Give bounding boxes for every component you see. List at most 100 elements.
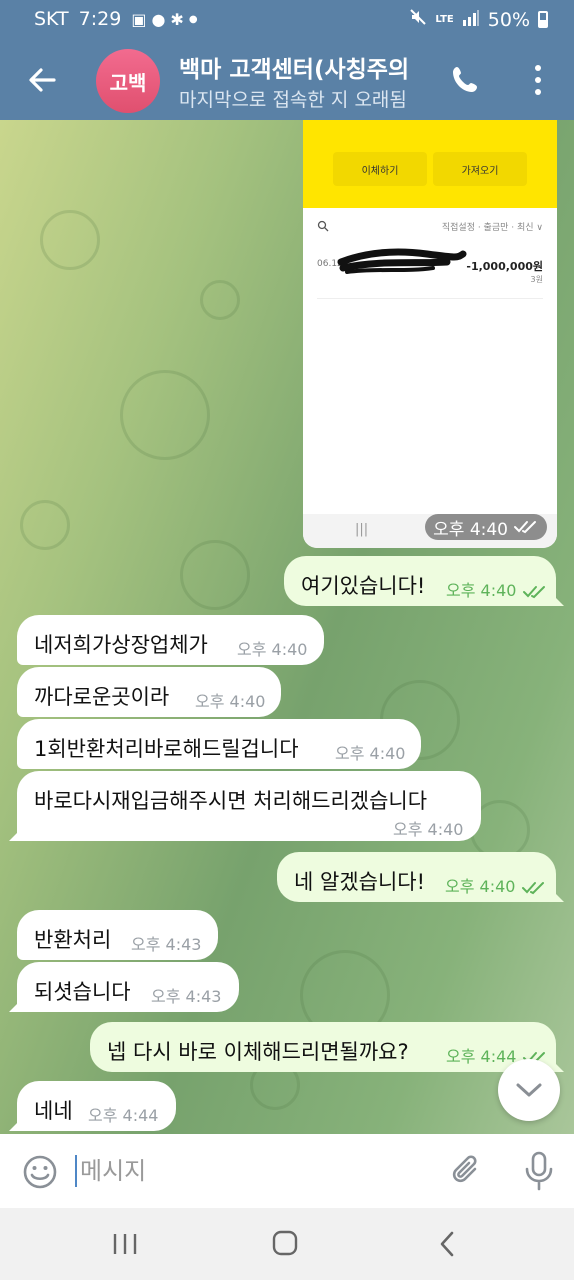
message-text: 까다로운곳이라 bbox=[34, 685, 170, 709]
clock: 7:29 bbox=[78, 8, 122, 30]
message-time: 오후 4:40 bbox=[195, 692, 266, 711]
bubble-tail bbox=[9, 1117, 23, 1131]
message-input[interactable] bbox=[80, 1152, 420, 1190]
message-time: 오후 4:44 bbox=[88, 1106, 159, 1125]
message-text: 반환처리 bbox=[34, 928, 112, 952]
message-time: 오후 4:40 bbox=[446, 581, 517, 600]
avatar[interactable]: 고백 bbox=[96, 49, 160, 113]
double-check-icon bbox=[522, 585, 545, 598]
message-text: 네저희가상장업체가 bbox=[34, 633, 208, 657]
outgoing-message[interactable]: 여기있습니다! 오후 4:40 bbox=[284, 556, 564, 606]
message-time: 오후 4:40 bbox=[433, 519, 508, 540]
message-list[interactable]: 이체하기 가져오기 직접설정 · 출금만 · 최신 ∨ 06.12 -1,000… bbox=[0, 120, 574, 1134]
double-check-icon bbox=[514, 521, 536, 534]
message-time-wrap: 오후 4:40 bbox=[446, 577, 548, 601]
message-text: 여기있습니다! bbox=[301, 574, 426, 598]
message-time: 오후 4:40 bbox=[335, 744, 406, 763]
message-time: 오후 4:43 bbox=[151, 987, 222, 1006]
message-text: 네 알겠습니다! bbox=[294, 870, 426, 894]
photo-amount: -1,000,000원 bbox=[466, 260, 543, 273]
smiley-icon bbox=[23, 1155, 57, 1189]
photo-transfer-button: 이체하기 bbox=[333, 152, 427, 186]
message-time: 오후 4:43 bbox=[131, 935, 202, 954]
microphone-icon bbox=[525, 1151, 553, 1191]
wallpaper-doodle bbox=[20, 500, 70, 550]
attach-button[interactable] bbox=[448, 1152, 486, 1190]
bubble-tail bbox=[9, 998, 23, 1012]
chevron-down-icon bbox=[516, 1083, 542, 1097]
photo-sub-text: 3원 bbox=[530, 275, 543, 284]
double-check-icon bbox=[521, 881, 544, 894]
incoming-message[interactable]: 네저희가상장업체가 오후 4:40 bbox=[17, 615, 324, 665]
bubble-tail bbox=[550, 592, 564, 606]
message-text: 1회반환처리바로해드릴겁니다 bbox=[34, 737, 299, 761]
chat-header: 고백 백마 고객센터(사칭주의 마지막으로 접속한 지 오래됨 bbox=[0, 38, 574, 120]
call-button[interactable] bbox=[448, 62, 484, 98]
battery-percent: 50% bbox=[487, 8, 530, 31]
home-icon bbox=[272, 1230, 298, 1256]
status-bar: SKT 7:29 ▣ ● ✱ ● LTE 50% bbox=[0, 0, 574, 38]
incoming-message[interactable]: 바로다시재입금해주시면 처리해드리겠습니다 오후 4:40 bbox=[9, 771, 481, 841]
recents-icon: ||| bbox=[355, 522, 369, 537]
emoji-button[interactable] bbox=[22, 1154, 58, 1190]
recents-button[interactable] bbox=[110, 1232, 140, 1256]
incoming-message[interactable]: 되셧습니다 오후 4:43 bbox=[9, 962, 239, 1012]
settings-icon: ✱ bbox=[170, 9, 184, 29]
outgoing-message[interactable]: 네 알겠습니다! 오후 4:40 bbox=[277, 852, 564, 902]
notification-icons: ▣ ● ✱ ● bbox=[131, 10, 197, 29]
message-text: 넵 다시 바로 이체해드리면될까요? bbox=[107, 1040, 409, 1064]
battery-icon bbox=[538, 11, 548, 28]
bank-app-header: 이체하기 가져오기 bbox=[303, 120, 557, 208]
system-nav-bar bbox=[0, 1208, 574, 1280]
message-time: 오후 4:40 bbox=[393, 820, 464, 839]
back-button[interactable] bbox=[22, 60, 62, 100]
recents-icon bbox=[113, 1234, 137, 1254]
wallpaper-doodle bbox=[120, 370, 210, 460]
last-seen-status: 마지막으로 접속한 지 오래됨 bbox=[179, 89, 407, 111]
incoming-message[interactable]: 네네 오후 4:44 bbox=[9, 1081, 176, 1131]
photo-import-button: 가져오기 bbox=[433, 152, 527, 186]
photo-message[interactable]: 이체하기 가져오기 직접설정 · 출금만 · 최신 ∨ 06.12 -1,000… bbox=[303, 120, 557, 548]
chevron-left-icon bbox=[440, 1231, 454, 1257]
signal-icon bbox=[462, 9, 480, 31]
bubble-tail bbox=[9, 827, 23, 841]
message-time-wrap: 오후 4:40 bbox=[445, 873, 547, 897]
network-type: LTE bbox=[435, 14, 454, 25]
phone-icon bbox=[453, 67, 477, 92]
wallpaper-doodle bbox=[40, 210, 100, 270]
photo-timestamp: 오후 4:40 bbox=[425, 514, 547, 540]
message-text: 바로다시재입금해주시면 처리해드리겠습니다 bbox=[34, 789, 428, 813]
chat-title[interactable]: 백마 고객센터(사칭주의 bbox=[179, 50, 435, 84]
photo-filter-text: 직접설정 · 출금만 · 최신 ∨ bbox=[441, 223, 543, 233]
message-time: 오후 4:40 bbox=[445, 877, 516, 896]
dot-icon: ● bbox=[188, 13, 198, 25]
wallpaper-doodle bbox=[200, 280, 240, 320]
more-vertical-icon bbox=[535, 65, 541, 71]
paperclip-icon bbox=[452, 1155, 477, 1183]
wallpaper-doodle bbox=[180, 540, 250, 610]
message-time: 오후 4:40 bbox=[237, 640, 308, 659]
home-button[interactable] bbox=[272, 1230, 298, 1256]
arrow-left-icon bbox=[29, 68, 56, 92]
bubble-tail bbox=[550, 888, 564, 902]
redaction-scribble bbox=[337, 248, 467, 274]
system-back-button[interactable] bbox=[437, 1230, 457, 1258]
carrier-label: SKT bbox=[34, 8, 69, 30]
search-icon bbox=[317, 220, 329, 235]
divider bbox=[317, 298, 543, 299]
incoming-message[interactable]: 까다로운곳이라 오후 4:40 bbox=[17, 667, 281, 717]
message-text: 되셧습니다 bbox=[34, 980, 131, 1004]
message-text: 네네 bbox=[34, 1099, 73, 1123]
mute-icon bbox=[409, 8, 427, 31]
incoming-message[interactable]: 1회반환처리바로해드릴겁니다 오후 4:40 bbox=[17, 719, 421, 769]
message-time: 오후 4:44 bbox=[446, 1047, 517, 1066]
incoming-message[interactable]: 반환처리 오후 4:43 bbox=[17, 910, 218, 960]
gallery-icon: ▣ bbox=[131, 9, 147, 29]
chat-icon: ● bbox=[151, 9, 166, 29]
more-menu-button[interactable] bbox=[527, 62, 549, 98]
scroll-to-bottom-button[interactable] bbox=[498, 1059, 560, 1121]
voice-record-button[interactable] bbox=[520, 1150, 558, 1192]
outgoing-message[interactable]: 넵 다시 바로 이체해드리면될까요? 오후 4:44 bbox=[90, 1022, 564, 1072]
text-caret bbox=[75, 1155, 77, 1187]
message-composer bbox=[0, 1134, 574, 1208]
